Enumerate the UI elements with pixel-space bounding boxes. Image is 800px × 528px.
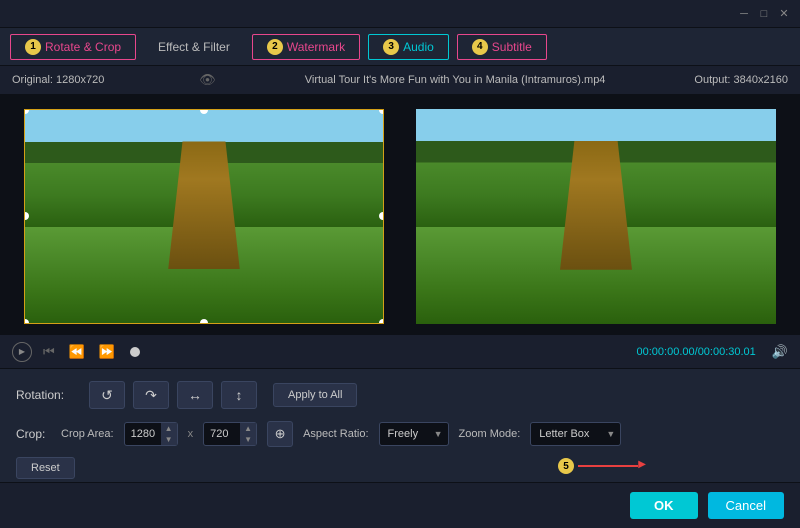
- left-video-frame: [24, 109, 384, 324]
- handle-top-right[interactable]: [379, 109, 384, 114]
- flip-horizontal-button[interactable]: ↔: [177, 381, 213, 409]
- tab-audio-label: Audio: [403, 40, 434, 54]
- height-spin-down[interactable]: ▼: [240, 434, 256, 445]
- tab4-badge: 4: [472, 39, 488, 55]
- time-display: 00:00:00.00/00:00:30.01: [637, 346, 756, 358]
- handle-bottom-right[interactable]: [379, 319, 384, 324]
- tab-bar: 1 Rotate & Crop Effect & Filter 2 Waterm…: [0, 28, 800, 66]
- apply-to-all-button[interactable]: Apply to All: [273, 383, 357, 407]
- preview-area: [0, 94, 800, 334]
- right-video-panel: [400, 102, 792, 330]
- tab-audio[interactable]: 3 Audio: [368, 34, 449, 60]
- original-resolution: Original: 1280x720: [12, 74, 104, 86]
- right-video-content: [416, 109, 776, 324]
- rotate-left-button[interactable]: ↺: [89, 381, 125, 409]
- handle-mid-right[interactable]: [379, 212, 384, 220]
- info-bar: Original: 1280x720 👁 Virtual Tour It's M…: [0, 66, 800, 94]
- eye-icon: 👁: [199, 72, 216, 88]
- ok-button[interactable]: OK: [630, 492, 698, 519]
- tab1-badge: 1: [25, 39, 41, 55]
- height-input-wrap: ▲ ▼: [203, 422, 257, 446]
- tab-subtitle[interactable]: 4 Subtitle: [457, 34, 547, 60]
- rotation-label: Rotation:: [16, 388, 81, 402]
- rotate-right-button[interactable]: ↷: [133, 381, 169, 409]
- progress-dot[interactable]: [130, 347, 140, 357]
- tab-rotate-crop[interactable]: 1 Rotate & Crop: [10, 34, 136, 60]
- play-button[interactable]: ▶: [12, 342, 32, 362]
- width-spin-down[interactable]: ▼: [161, 434, 177, 445]
- crop-area-label: Crop Area:: [61, 428, 114, 440]
- current-time: 00:00:00.00: [637, 346, 695, 358]
- handle-bottom-mid[interactable]: [200, 319, 208, 324]
- height-spin-up[interactable]: ▲: [240, 423, 256, 434]
- step5-badge: 5: [558, 458, 574, 474]
- crop-row: Crop: Crop Area: ▲ ▼ x ▲ ▼ ⊕ Aspect Rati…: [16, 421, 784, 447]
- x-separator: x: [188, 428, 194, 440]
- arrow-indicator: 5: [558, 458, 638, 474]
- aspect-ratio-label: Aspect Ratio:: [303, 428, 368, 440]
- crop-reset-icon[interactable]: ⊕: [267, 421, 293, 447]
- skip-back-button[interactable]: ⏮: [40, 344, 58, 360]
- tab-watermark[interactable]: 2 Watermark: [252, 34, 360, 60]
- tab-effect-filter-label: Effect & Filter: [158, 40, 230, 54]
- title-bar: ─ □ ✕: [0, 0, 800, 28]
- tab-subtitle-label: Subtitle: [492, 40, 532, 54]
- width-input-wrap: ▲ ▼: [124, 422, 178, 446]
- badge5-wrap: 5: [558, 458, 638, 474]
- frame-forward-button[interactable]: ⏩: [96, 344, 118, 360]
- aspect-ratio-select-wrap: Freely 16:9 4:3 1:1 Custom ▼: [379, 422, 449, 446]
- frame-back-button[interactable]: ⏪: [66, 344, 88, 360]
- aspect-ratio-select[interactable]: Freely 16:9 4:3 1:1 Custom: [379, 422, 449, 446]
- tab-watermark-label: Watermark: [287, 40, 345, 54]
- height-spinners: ▲ ▼: [240, 423, 256, 445]
- tab3-badge: 3: [383, 39, 399, 55]
- tab2-badge: 2: [267, 39, 283, 55]
- zoom-mode-select-wrap: Letter Box Pan & Scan Full ▼: [530, 422, 621, 446]
- controls-panel: Rotation: ↺ ↷ ↔ ↕ Apply to All Crop: Cro…: [0, 368, 800, 491]
- crop-label: Crop:: [16, 427, 51, 441]
- width-spinners: ▲ ▼: [161, 423, 177, 445]
- bottom-bar: OK Cancel: [0, 482, 800, 528]
- zoom-mode-label: Zoom Mode:: [459, 428, 521, 440]
- left-video-content: [25, 110, 383, 323]
- right-video-frame: [416, 109, 776, 324]
- maximize-button[interactable]: □: [756, 6, 772, 22]
- minimize-button[interactable]: ─: [736, 6, 752, 22]
- playback-bar: ▶ ⏮ ⏪ ⏩ 00:00:00.00/00:00:30.01 🔊: [0, 334, 800, 368]
- output-resolution: Output: 3840x2160: [694, 74, 788, 86]
- close-button[interactable]: ✕: [776, 6, 792, 22]
- reset-button[interactable]: Reset: [16, 457, 75, 479]
- tab-effect-filter[interactable]: Effect & Filter: [144, 36, 244, 58]
- tab-rotate-crop-label: Rotate & Crop: [45, 40, 121, 54]
- rotation-row: Rotation: ↺ ↷ ↔ ↕ Apply to All: [16, 381, 784, 409]
- volume-icon[interactable]: 🔊: [772, 344, 788, 360]
- filename-label: Virtual Tour It's More Fun with You in M…: [305, 74, 606, 86]
- arrow-line: [578, 465, 638, 467]
- flip-vertical-button[interactable]: ↕: [221, 381, 257, 409]
- total-time: 00:00:30.01: [698, 346, 756, 358]
- left-video-panel: [8, 102, 400, 330]
- zoom-mode-select[interactable]: Letter Box Pan & Scan Full: [530, 422, 621, 446]
- cancel-button[interactable]: Cancel: [708, 492, 784, 519]
- width-spin-up[interactable]: ▲: [161, 423, 177, 434]
